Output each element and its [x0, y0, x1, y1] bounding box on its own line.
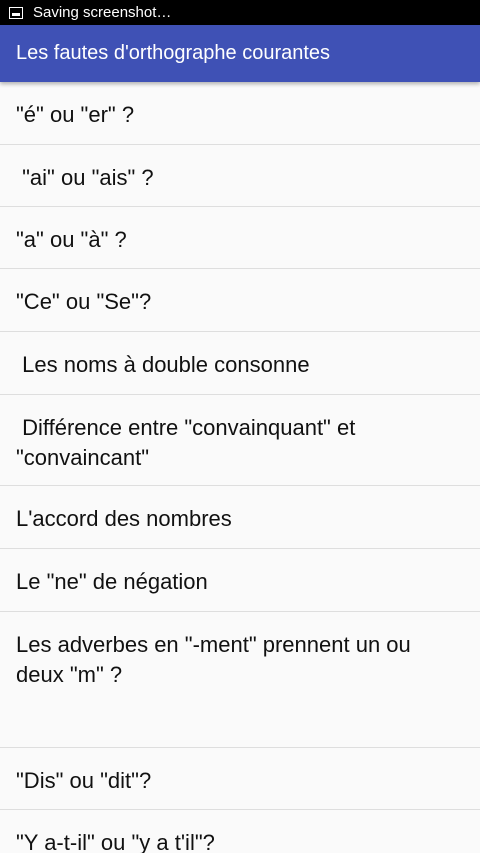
list-item[interactable]: "Ce" ou "Se"? [0, 269, 480, 332]
list-item[interactable]: Les adverbes en "-ment" prennent un ou d… [0, 612, 480, 748]
app-title: Les fautes d'orthographe courantes [16, 42, 331, 64]
list-item[interactable]: L'accord des nombres [0, 486, 480, 549]
list-item[interactable]: "é" ou "er" ? [0, 82, 480, 145]
status-bar: Saving screenshot… [0, 0, 480, 25]
list-item[interactable]: "Y a-t-il" ou "y a t'il"? [0, 810, 480, 853]
list-item[interactable]: Les noms à double consonne [0, 332, 480, 395]
list-item[interactable]: "a" ou "à" ? [0, 207, 480, 269]
list-item[interactable]: "Dis" ou "dit"? [0, 748, 480, 810]
list-item[interactable]: Différence entre "convainquant" et "conv… [0, 395, 480, 486]
screenshot-icon [9, 6, 23, 19]
list-item[interactable]: Le "ne" de négation [0, 549, 480, 612]
lesson-list: "é" ou "er" ? "ai" ou "ais" ? "a" ou "à"… [0, 82, 480, 853]
status-text: Saving screenshot… [33, 4, 172, 21]
list-item[interactable]: "ai" ou "ais" ? [0, 145, 480, 207]
app-bar: Les fautes d'orthographe courantes [0, 25, 480, 82]
